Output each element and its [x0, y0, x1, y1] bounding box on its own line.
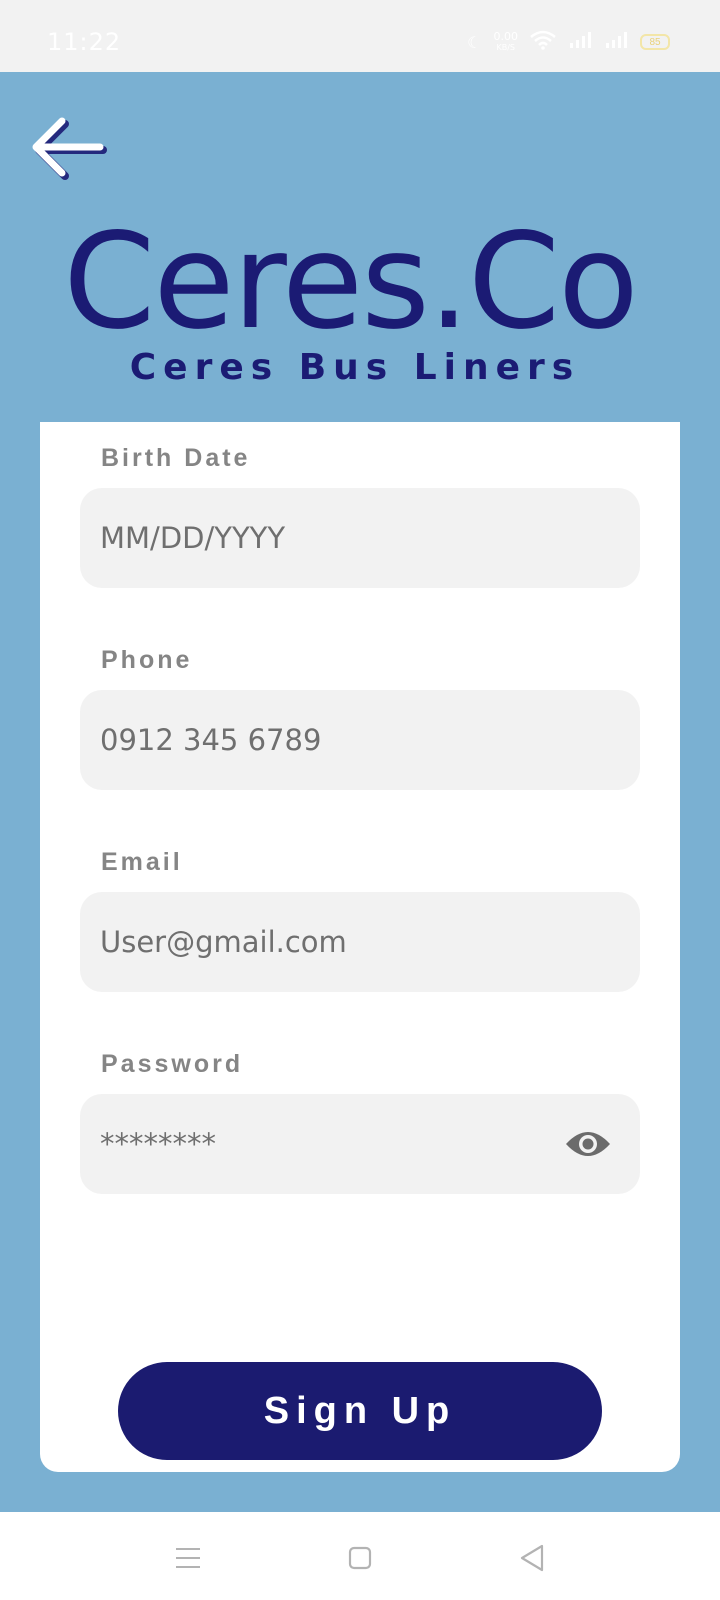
- system-nav-bar: [0, 1512, 720, 1600]
- signal-icon: [568, 32, 592, 52]
- net-speed-unit: KB/S: [496, 42, 515, 52]
- phone-input[interactable]: [100, 690, 560, 790]
- net-speed: 0.00 KB/S: [493, 29, 519, 53]
- birth-date-input[interactable]: [100, 488, 560, 588]
- brand-logo: Ceres.Co Ceres Bus Liners: [0, 212, 720, 388]
- signup-form-card: Birth Date Phone Email Password Sign Up: [40, 422, 680, 1472]
- birth-date-field-container: [80, 488, 640, 588]
- arrow-left-icon: [32, 117, 107, 180]
- back-button[interactable]: [28, 112, 110, 182]
- status-icons: ☾ 0.00 KB/S 85: [467, 30, 670, 54]
- signal-icon-2: [604, 32, 628, 52]
- home-square-icon[interactable]: [340, 1538, 380, 1578]
- moon-icon: ☾: [467, 32, 482, 52]
- menu-icon[interactable]: [168, 1538, 208, 1578]
- eye-icon[interactable]: [564, 1126, 612, 1162]
- email-label: Email: [101, 848, 183, 876]
- brand-name: Ceres.Co: [63, 205, 639, 359]
- main-screen: Ceres.Co Ceres Bus Liners Birth Date Pho…: [0, 72, 720, 1512]
- password-input[interactable]: [100, 1094, 560, 1194]
- status-time: 11:22: [47, 28, 122, 56]
- birth-date-label: Birth Date: [101, 444, 251, 472]
- phone-field-container: [80, 690, 640, 790]
- password-label: Password: [101, 1050, 244, 1078]
- wifi-icon: [530, 30, 556, 54]
- email-input[interactable]: [100, 892, 560, 992]
- net-speed-value: 0.00: [493, 29, 519, 43]
- phone-label: Phone: [101, 646, 193, 674]
- password-field-container: [80, 1094, 640, 1194]
- battery-icon: 85: [640, 34, 670, 50]
- status-bar: 11:22 ☾ 0.00 KB/S 85: [0, 0, 720, 72]
- back-triangle-icon[interactable]: [512, 1538, 552, 1578]
- email-field-container: [80, 892, 640, 992]
- sign-up-button[interactable]: Sign Up: [118, 1362, 602, 1460]
